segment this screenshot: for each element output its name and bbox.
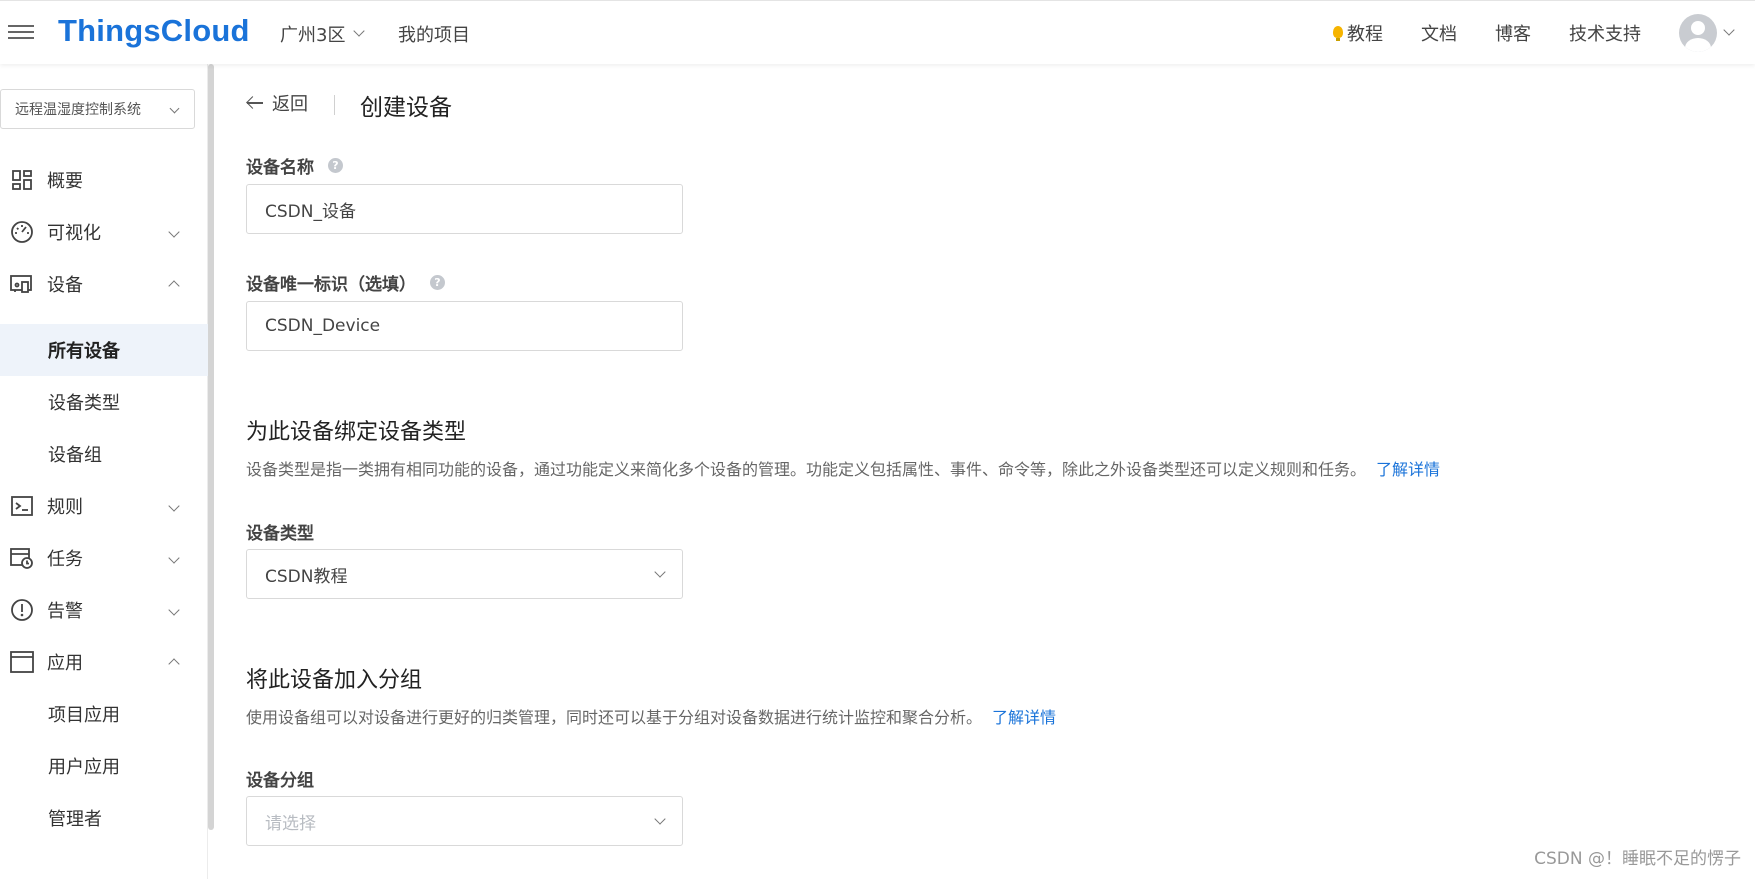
learn-more-link[interactable]: 了解详情: [992, 708, 1056, 727]
sidebar-item-label: 告警: [47, 601, 83, 622]
sidebar-item-label: 可视化: [47, 223, 101, 244]
avatar: [1679, 14, 1717, 52]
device-type-select[interactable]: CSDN教程: [246, 549, 683, 599]
sidebar-item-devices[interactable]: 设备: [0, 258, 208, 310]
group-section-title: 将此设备加入分组: [246, 668, 423, 693]
sidebar-item-label: 应用: [47, 653, 83, 674]
region-label: 广州3区: [280, 25, 346, 46]
chevron-down-icon: [169, 103, 180, 114]
group-desc-text: 使用设备组可以对设备进行更好的归类管理，同时还可以基于分组对设备数据进行统计监控…: [246, 708, 983, 727]
chevron-down-icon: [168, 226, 180, 238]
device-name-label-text: 设备名称: [246, 158, 314, 178]
terminal-icon: [9, 493, 35, 519]
docs-link[interactable]: 文档: [1421, 20, 1457, 46]
sidebar-item-label: 设备: [47, 275, 83, 296]
project-selector[interactable]: 远程温湿度控制系统: [0, 89, 195, 129]
sidebar: 远程温湿度控制系统 概要 可视化 设备 所有设备 设备类型 设备组 规则 任务 …: [0, 64, 208, 879]
question-icon[interactable]: ?: [430, 275, 445, 290]
sidebar-item-alarms[interactable]: 告警: [0, 584, 208, 636]
device-id-label-text: 设备唯一标识（选填）: [246, 275, 416, 295]
device-group-label: 设备分组: [246, 766, 314, 791]
watermark: CSDN @！睡眠不足的愣子: [1534, 849, 1741, 869]
top-links: 教程 文档 博客 技术支持: [1333, 1, 1755, 65]
sidebar-item-label: 概要: [47, 171, 83, 192]
blog-link[interactable]: 博客: [1495, 20, 1531, 46]
sidebar-item-project-apps[interactable]: 项目应用: [0, 688, 208, 740]
chevron-down-icon: [1723, 24, 1735, 36]
tutorial-label: 教程: [1347, 24, 1383, 45]
tutorial-link[interactable]: 教程: [1333, 20, 1383, 46]
sidebar-item-device-groups[interactable]: 设备组: [0, 428, 208, 480]
logo[interactable]: ThingsCloud: [58, 13, 250, 49]
gauge-icon: [9, 219, 35, 245]
dashboard-icon: [9, 167, 35, 193]
page-title: 创建设备: [360, 95, 452, 121]
sidebar-item-overview[interactable]: 概要: [0, 154, 208, 206]
device-id-label: 设备唯一标识（选填） ?: [246, 270, 445, 295]
sidebar-item-rules[interactable]: 规则: [0, 480, 208, 532]
chevron-up-icon: [168, 658, 180, 670]
chevron-down-icon: [353, 25, 366, 37]
chevron-down-icon: [168, 552, 180, 564]
hamburger-menu-icon[interactable]: [8, 21, 34, 45]
device-type-label-text: 设备类型: [246, 524, 314, 544]
device-name-label: 设备名称 ?: [246, 153, 343, 178]
calendar-clock-icon: [9, 545, 35, 571]
lightbulb-icon: [1333, 26, 1343, 41]
learn-more-link[interactable]: 了解详情: [1376, 460, 1440, 479]
sidebar-item-all-devices[interactable]: 所有设备: [0, 324, 208, 376]
device-type-desc-text: 设备类型是指一类拥有相同功能的设备，通过功能定义来简化多个设备的管理。功能定义包…: [246, 460, 1367, 479]
region-selector[interactable]: 广州3区: [280, 21, 366, 47]
group-section-desc: 使用设备组可以对设备进行更好的归类管理，同时还可以基于分组对设备数据进行统计监控…: [246, 704, 1056, 728]
device-type-value: CSDN教程: [265, 566, 348, 587]
chevron-down-icon: [654, 813, 666, 825]
device-group-select[interactable]: 请选择: [246, 796, 683, 846]
sidebar-item-apps[interactable]: 应用: [0, 636, 208, 688]
back-button[interactable]: 返回: [246, 90, 308, 116]
device-group-placeholder: 请选择: [265, 813, 316, 834]
top-bar: ThingsCloud 广州3区 我的项目 教程 文档 博客 技术支持: [0, 0, 1755, 64]
window-icon: [9, 649, 35, 675]
sidebar-item-user-apps[interactable]: 用户应用: [0, 740, 208, 792]
device-group-label-text: 设备分组: [246, 771, 314, 791]
devices-icon: [9, 271, 35, 297]
device-type-section-title: 为此设备绑定设备类型: [246, 420, 467, 445]
sidebar-item-label: 规则: [47, 497, 83, 518]
chevron-up-icon: [168, 280, 180, 292]
device-type-section-desc: 设备类型是指一类拥有相同功能的设备，通过功能定义来简化多个设备的管理。功能定义包…: [246, 456, 1440, 480]
question-icon[interactable]: ?: [328, 158, 343, 173]
alert-icon: [9, 597, 35, 623]
user-menu[interactable]: [1679, 14, 1735, 52]
sidebar-item-visualization[interactable]: 可视化: [0, 206, 208, 258]
device-type-label: 设备类型: [246, 519, 314, 544]
sidebar-item-label: 任务: [47, 549, 83, 570]
my-projects-link[interactable]: 我的项目: [398, 21, 470, 47]
chevron-down-icon: [168, 604, 180, 616]
chevron-down-icon: [654, 566, 666, 578]
sidebar-item-tasks[interactable]: 任务: [0, 532, 208, 584]
main-content: 返回 创建设备 设备名称 ? 设备唯一标识（选填） ? 为此设备绑定设备类型 设…: [246, 64, 1726, 879]
sidebar-item-device-types[interactable]: 设备类型: [0, 376, 208, 428]
sidebar-scrollbar[interactable]: [208, 64, 214, 830]
support-link[interactable]: 技术支持: [1569, 20, 1641, 46]
device-id-input[interactable]: [246, 301, 683, 351]
back-label: 返回: [272, 94, 308, 115]
sidebar-item-admins[interactable]: 管理者: [0, 792, 208, 844]
project-name: 远程温湿度控制系统: [15, 102, 141, 118]
divider: [334, 95, 335, 115]
chevron-down-icon: [168, 500, 180, 512]
device-name-input[interactable]: [246, 184, 683, 234]
arrow-left-icon: [246, 96, 264, 110]
